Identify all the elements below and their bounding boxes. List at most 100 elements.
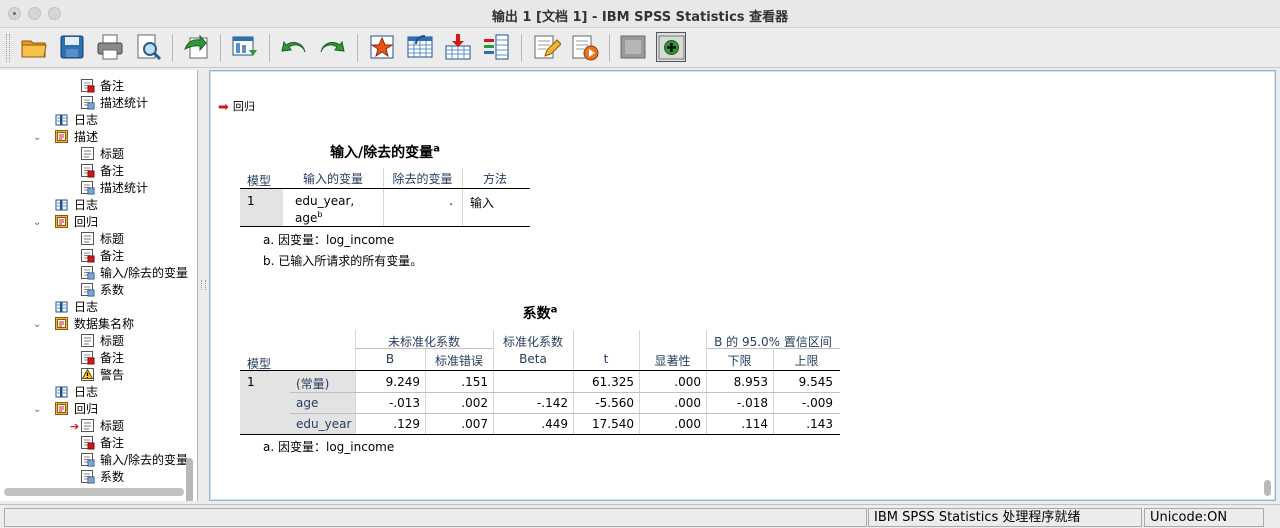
coef-row-name: (常量) [296, 377, 330, 391]
goto-output-icon[interactable] [367, 32, 397, 62]
coef-cell-upper: -.009 [801, 396, 833, 410]
edit-output-icon[interactable] [531, 32, 561, 62]
tree-item[interactable]: 备注 [80, 248, 124, 265]
tree-item-label: 备注 [100, 436, 125, 450]
tree-horizontal-scrollbar[interactable] [4, 488, 184, 496]
goto-data-icon[interactable] [229, 32, 259, 62]
tree-item[interactable]: 标题 [80, 146, 124, 163]
insert-variable-icon[interactable] [443, 32, 473, 62]
print-preview-icon[interactable] [133, 32, 163, 62]
script-icon[interactable] [569, 32, 599, 62]
coef-header-upper: 上限 [794, 354, 819, 368]
tree-item[interactable]: 描述统计 [80, 180, 148, 197]
coef-cell-b: 9.249 [385, 375, 420, 389]
table-icon [80, 452, 95, 467]
vars-footnote-b: b. 已输入所请求的所有变量。 [263, 254, 423, 268]
tree-item[interactable]: 输入/除去的变量 [80, 452, 188, 469]
tree-item[interactable]: 标题 [80, 333, 124, 350]
save-icon[interactable] [57, 32, 87, 62]
tree-item[interactable]: 系数 [80, 469, 124, 486]
undo-icon[interactable] [279, 32, 309, 62]
tree-item[interactable]: 备注 [80, 78, 124, 95]
toolbar [0, 28, 1280, 68]
coef-cell-lower: .114 [741, 417, 768, 431]
coef-cell-se: .151 [461, 375, 488, 389]
export-icon[interactable] [181, 32, 211, 62]
tree-item[interactable]: 数据集名称 [54, 316, 134, 333]
coef-cell-t: -5.560 [595, 396, 634, 410]
output-pane [209, 70, 1276, 501]
tree-expand-chevron-icon[interactable]: ⌄ [33, 218, 43, 228]
coef-group-std: 标准化系数 [502, 335, 563, 349]
coef-footnote-a: a. 因变量：log_income [263, 440, 395, 454]
tree-item[interactable]: 回归 [54, 401, 98, 418]
tree-item[interactable]: 警告 [80, 367, 124, 384]
coef-cell-beta: .449 [541, 417, 568, 431]
variables-icon[interactable] [481, 32, 511, 62]
vars-header-method: 方法 [482, 172, 507, 186]
coef-cell-t: 61.325 [592, 375, 634, 389]
outline-tree: 备注 描述统计 日志 ⌄ 描述 标题 备注 描述统计 日志 ⌄ 回归 标题 备注 输入/除去的变量 系数 日志… [0, 70, 198, 501]
tree-item-label: 描述统计 [100, 181, 149, 195]
folder-icon [54, 401, 69, 416]
window-title: 输出 1 [文档 1] - IBM SPSS Statistics 查看器 [491, 10, 789, 25]
tree-item[interactable]: 描述 [54, 129, 98, 146]
tree-item-label: 系数 [100, 283, 125, 297]
pane-splitter[interactable] [199, 70, 208, 501]
show-icon[interactable] [656, 32, 686, 62]
current-item-arrow-icon: ➔ [70, 420, 80, 433]
tree-expand-chevron-icon[interactable]: ⌄ [33, 405, 43, 415]
tree-item[interactable]: 输入/除去的变量 [80, 265, 188, 282]
output-heading[interactable]: ➡ 回归 [218, 98, 255, 115]
coef-header-lower: 下限 [727, 354, 752, 368]
tree-item-label: 描述 [74, 130, 99, 144]
vars-header-removed: 除去的变量 [392, 172, 453, 186]
tree-item-label: 系数 [100, 470, 125, 484]
tree-expand-chevron-icon[interactable]: ⌄ [33, 133, 43, 143]
tree-item[interactable]: 描述统计 [80, 95, 148, 112]
coef-header-beta: Beta [519, 352, 547, 366]
goto-case-icon[interactable] [405, 32, 435, 62]
notes-icon [80, 435, 95, 450]
coef-cell-se: .002 [461, 396, 488, 410]
tree-item[interactable]: 备注 [80, 435, 124, 452]
output-vertical-scrollbar[interactable] [1264, 480, 1271, 496]
tree-item-label: 标题 [100, 147, 125, 161]
title-bar: 输出 1 [文档 1] - IBM SPSS Statistics 查看器 [0, 0, 1280, 28]
tree-item[interactable]: 日志 [54, 299, 98, 316]
tree-item-label: 输入/除去的变量 [100, 266, 189, 280]
tree-item[interactable]: 备注 [80, 163, 124, 180]
tree-item[interactable]: 回归 [54, 214, 98, 231]
tree-item[interactable]: 日志 [54, 112, 98, 129]
tree-item[interactable]: 日志 [54, 197, 98, 214]
print-icon[interactable] [95, 32, 125, 62]
tree-vertical-scrollbar[interactable] [186, 458, 193, 501]
tree-expand-chevron-icon[interactable]: ⌄ [33, 320, 43, 330]
tree-item[interactable]: 日志 [54, 384, 98, 401]
tree-item-label: 标题 [100, 334, 125, 348]
tree-item-label: 备注 [100, 351, 125, 365]
coef-cell-se: .007 [461, 417, 488, 431]
tree-item-label: 描述统计 [100, 96, 149, 110]
tree-item[interactable]: 标题 [80, 231, 124, 248]
notes-icon [80, 350, 95, 365]
vars-header-model: 模型 [246, 174, 271, 188]
tree-item[interactable]: 系数 [80, 282, 124, 299]
folder-icon [54, 214, 69, 229]
coef-model-number: 1 [247, 375, 255, 389]
tree-item[interactable]: 标题 [80, 418, 124, 435]
coef-cell-sig: .000 [674, 417, 701, 431]
tree-item-label: 日志 [74, 300, 99, 314]
tree-item-label: 标题 [100, 232, 125, 246]
tree-item-label: 日志 [74, 385, 99, 399]
table-icon [80, 95, 95, 110]
tree-item-label: 回归 [74, 215, 99, 229]
notes-icon [80, 248, 95, 263]
tree-item[interactable]: 备注 [80, 350, 124, 367]
title-icon [80, 333, 95, 348]
redo-icon[interactable] [317, 32, 347, 62]
coef-row-name: edu_year [296, 417, 352, 431]
open-icon[interactable] [19, 32, 49, 62]
hide-icon[interactable] [618, 32, 648, 62]
title-icon [80, 146, 95, 161]
